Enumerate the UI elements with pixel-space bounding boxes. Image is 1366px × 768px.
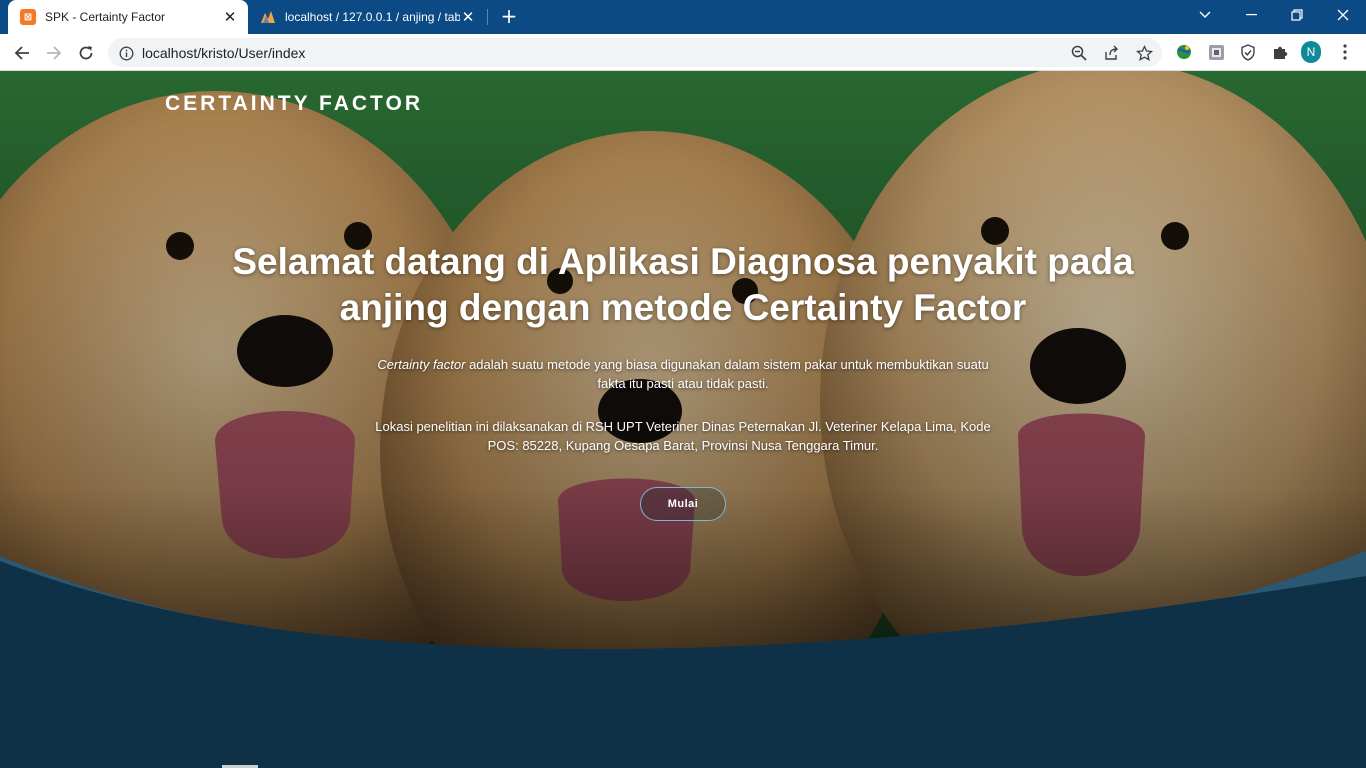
hero-intro-paragraph: Certainty factor adalah suatu metode yan… (370, 355, 996, 393)
tab-search-icon[interactable] (1182, 0, 1228, 30)
new-tab-button[interactable]: + (500, 6, 518, 26)
back-button[interactable] (9, 40, 35, 66)
browser-toolbar: localhost/kristo/User/index N (0, 34, 1366, 71)
forward-button[interactable] (41, 40, 67, 66)
extension-image-icon[interactable] (1206, 42, 1226, 62)
browser-tab-bar: ⊠ SPK - Certainty Factor ✕ localhost / 1… (0, 0, 1366, 34)
tab-title: SPK - Certainty Factor (45, 10, 166, 24)
start-button[interactable]: Mulai (640, 487, 726, 521)
profile-initial: N (1301, 41, 1321, 63)
more-menu-icon[interactable] (1335, 42, 1355, 62)
tab-spk-certainty-factor[interactable]: ⊠ SPK - Certainty Factor ✕ (8, 0, 248, 34)
share-icon[interactable] (1102, 44, 1120, 62)
close-window-button[interactable] (1320, 0, 1366, 30)
site-info-icon[interactable] (117, 44, 135, 62)
intro-text: adalah suatu metode yang biasa digunakan… (465, 357, 989, 391)
restore-button[interactable] (1274, 0, 1320, 30)
close-tab-icon[interactable]: ✕ (460, 8, 476, 26)
hero-headline: Selamat datang di Aplikasi Diagnosa peny… (232, 241, 1134, 328)
bookmark-star-icon[interactable] (1135, 44, 1153, 62)
page-viewport: CERTAINTY FACTOR Selamat datang di Aplik… (0, 71, 1366, 768)
extension-globe-icon[interactable] (1174, 42, 1194, 62)
intro-italic-term: Certainty factor (377, 357, 466, 372)
tab-phpmyadmin[interactable]: localhost / 127.0.0.1 / anjing / tab ✕ (250, 0, 486, 34)
tab-separator (487, 9, 488, 25)
extensions-puzzle-icon[interactable] (1270, 42, 1290, 62)
address-bar[interactable]: localhost/kristo/User/index (108, 38, 1162, 67)
minimize-button[interactable] (1228, 0, 1274, 30)
close-tab-icon[interactable]: ✕ (222, 8, 238, 26)
tab-title: localhost / 127.0.0.1 / anjing / tab (285, 10, 460, 24)
xampp-icon: ⊠ (20, 9, 36, 25)
zoom-icon[interactable] (1070, 44, 1088, 62)
phpmyadmin-icon (260, 9, 276, 25)
reload-button[interactable] (73, 40, 99, 66)
shield-icon[interactable] (1238, 42, 1258, 62)
url-text: localhost/kristo/User/index (142, 45, 306, 61)
profile-avatar[interactable]: N (1301, 41, 1321, 63)
brand-logo-text[interactable]: CERTAINTY FACTOR (165, 92, 423, 116)
hero-location-paragraph: Lokasi penelitian ini dilaksanakan di RS… (375, 419, 991, 453)
